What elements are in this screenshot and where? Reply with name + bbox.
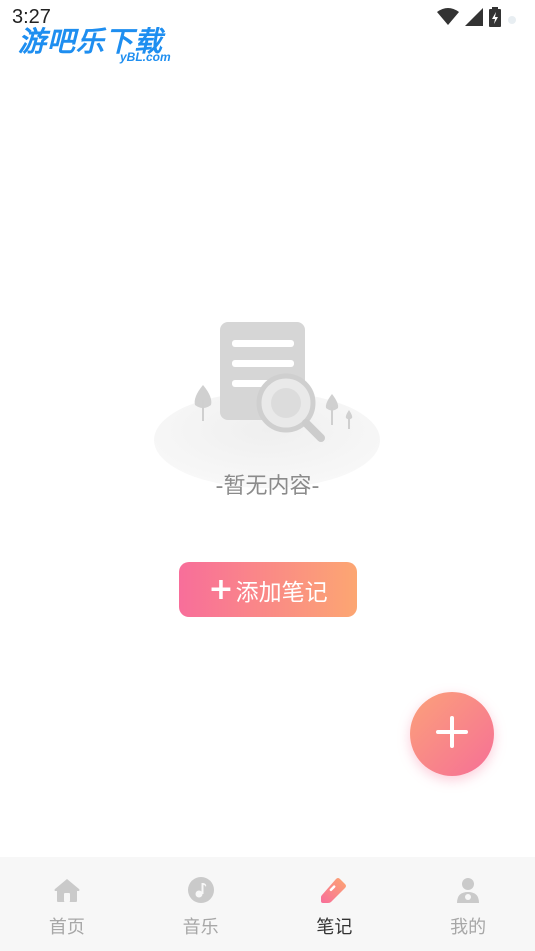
music-icon bbox=[186, 875, 216, 905]
cell-signal-icon bbox=[465, 8, 483, 30]
nav-label-home: 首页 bbox=[48, 917, 85, 938]
fab-add-button[interactable] bbox=[410, 692, 494, 776]
watermark-logo: 游吧乐下载 yBL.com bbox=[18, 20, 171, 64]
nav-label-profile: 我的 bbox=[450, 917, 487, 938]
nav-label-notes: 笔记 bbox=[316, 917, 353, 938]
nav-item-profile[interactable]: 我的 bbox=[401, 857, 535, 951]
status-icons bbox=[437, 7, 517, 31]
bottom-nav: 首页 音乐 笔记 我的 bbox=[0, 857, 535, 951]
notification-dot-icon bbox=[507, 10, 517, 29]
wifi-icon bbox=[437, 8, 459, 30]
add-note-label: 添加笔记 bbox=[235, 579, 328, 606]
nav-label-music: 音乐 bbox=[182, 917, 219, 938]
nav-item-notes[interactable]: 笔记 bbox=[268, 857, 402, 951]
nav-item-home[interactable]: 首页 bbox=[0, 857, 134, 951]
user-icon bbox=[453, 875, 483, 905]
home-icon bbox=[52, 875, 82, 905]
nav-item-music[interactable]: 音乐 bbox=[134, 857, 268, 951]
battery-icon bbox=[489, 7, 501, 31]
plus-icon: + bbox=[208, 571, 234, 607]
plus-icon bbox=[435, 715, 469, 753]
empty-state-text: -暂无内容- bbox=[215, 474, 320, 499]
watermark-sub: yBL.com bbox=[120, 50, 171, 64]
note-edit-icon bbox=[319, 875, 349, 905]
add-note-button[interactable]: + 添加笔记 bbox=[179, 562, 357, 617]
